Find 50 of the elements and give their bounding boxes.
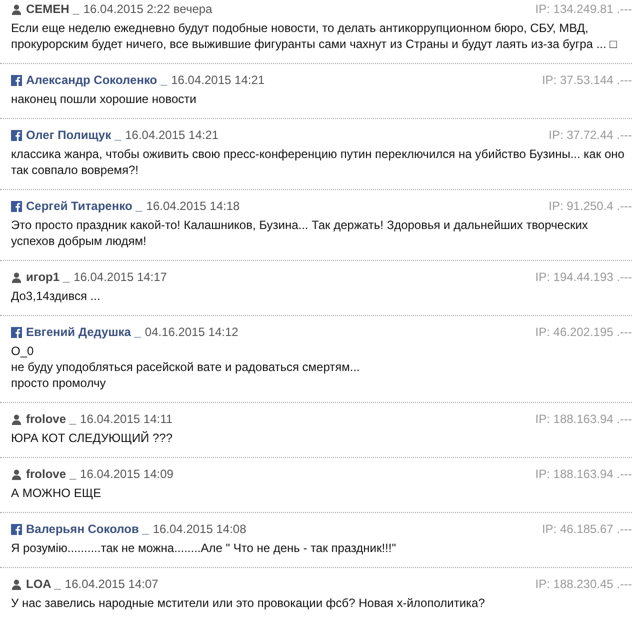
author-name: LOA _	[26, 577, 61, 591]
author-name: игор1 _	[26, 270, 70, 284]
ip-address: IP: 134.249.81 .---	[535, 2, 632, 16]
comment-text: наконец пошли хорошие новости	[10, 91, 198, 107]
author-name: СЕМЕН _	[26, 2, 80, 16]
comment-text: Я розумію..........так не можна........Але " Что не день - так праздник!!!"	[10, 540, 397, 556]
comment-date: 16.04.2015 14:21	[125, 128, 219, 142]
comment-date: 16.04.2015 14:07	[64, 577, 158, 591]
comment-text: классика жанра, чтобы оживить свою пресс-конференцию путин переключился на убийство Бузины... как оно так совпало вовремя?!	[10, 146, 626, 178]
comment-text: До3,14здився ...	[10, 288, 102, 304]
comment-date: 16.04.2015 14:08	[152, 522, 246, 536]
author-name: Валерьян Соколов _	[26, 522, 149, 536]
facebook-icon	[11, 326, 22, 338]
facebook-icon	[11, 524, 22, 534]
ip-address: IP: 46.202.195 .---	[535, 325, 632, 339]
author-name: Сергей Титаренко _	[26, 199, 142, 213]
ip-address: IP: 46.185.67 .---	[542, 522, 632, 536]
comment-text: ЮРА КОТ СЛЕДУЮЩИЙ ???	[10, 430, 174, 446]
comment-date: 16.04.2015 2:22 вечера	[83, 2, 212, 16]
author-name: Александр Соколенко _	[26, 73, 168, 87]
comment-date: 16.04.2015 14:18	[146, 199, 240, 213]
author-name: Евгений Дедушка _	[26, 325, 141, 339]
comment-date: 04.16.2015 14:12	[144, 325, 238, 339]
comment-date: 16.04.2015 14:09	[80, 467, 174, 481]
ip-address: IP: 37.53.144 .---	[542, 73, 632, 87]
ip-address: IP: 37.72.44 .---	[548, 128, 632, 142]
ip-address: IP: 188.163.94 .---	[535, 412, 632, 426]
comment-text: Если еще неделю ежедневно будут подобные новости, то делать антикоррупционном бюро, СБУ, МВД, прокурорским будет ничего, все выжившие фигуранты сами чахнут из Страны и будут лаять из-за бугра ... □	[10, 20, 618, 52]
person-icon	[11, 414, 22, 424]
comment-date: 16.04.2015 14:11	[80, 412, 173, 426]
author-name: frolove _	[26, 412, 76, 426]
comment-date: 16.04.2015 14:17	[74, 270, 167, 284]
ip-address: IP: 91.250.4 .---	[548, 199, 632, 213]
ip-address: IP: 188.163.94 .---	[535, 467, 632, 481]
ip-address: IP: 194.44.193 .---	[535, 270, 632, 284]
comment-text: Это просто праздник какой-то! Калашников, Бузина... Так держать! Здоровья и дальнейших творческих успехов добрым людям!	[10, 217, 589, 249]
author-name: Олег Полищук _	[26, 128, 122, 142]
ip-address: IP: 188.230.45 .---	[535, 577, 632, 591]
author-name: frolove _	[26, 467, 76, 481]
person-icon	[11, 578, 22, 590]
comment-text: А МОЖНО ЕЩЕ	[10, 485, 102, 501]
person-icon	[11, 468, 22, 480]
comment-text: У нас завелись народные мстители или это провокации фсб? Новая х-йлополитика?	[10, 595, 486, 611]
person-icon	[11, 272, 22, 282]
comment-date: 16.04.2015 14:21	[171, 73, 265, 87]
facebook-icon	[11, 130, 22, 140]
comment-text: O_0 не буду уподобляться расейской вате и радоваться смертям... просто промолчу	[10, 343, 361, 391]
person-icon	[11, 4, 22, 14]
facebook-icon	[11, 74, 22, 86]
facebook-icon	[11, 200, 22, 212]
